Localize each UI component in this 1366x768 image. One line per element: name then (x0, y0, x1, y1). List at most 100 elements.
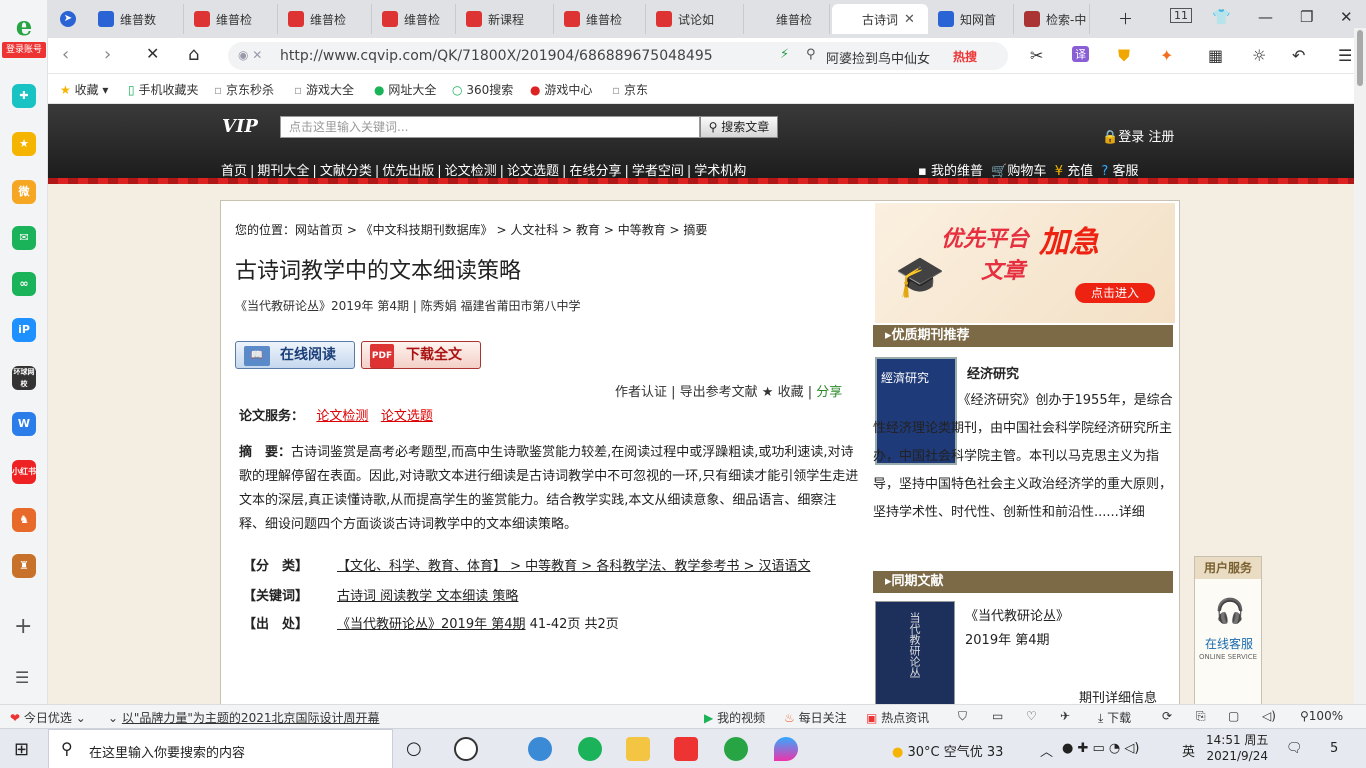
notification-count[interactable]: 5 (1330, 741, 1338, 756)
daily-follow[interactable]: ♨ 每日关注 (784, 709, 847, 726)
nav-check[interactable]: 论文检测 (442, 164, 500, 179)
clock[interactable]: 14:51 周五 2021/9/24 (1206, 732, 1268, 764)
read-online-button[interactable]: 📖 在线阅读 (235, 341, 355, 369)
browser-taskbar-icon[interactable] (724, 737, 748, 761)
tab-4[interactable]: 维普检 (374, 4, 456, 34)
nav-categories[interactable]: 文献分类 (317, 164, 375, 179)
shield-status-icon[interactable]: ⛉ (958, 709, 967, 724)
taskbar-search[interactable]: ⚲ 在这里输入你要搜索的内容 (48, 729, 393, 768)
tray-chevron-icon[interactable]: ︿ (1040, 741, 1053, 760)
nav-priority[interactable]: 优先出版 (379, 164, 437, 179)
tab-11[interactable]: 检索-中 (1016, 4, 1090, 34)
main-menu-icon[interactable]: ☰ (1338, 46, 1352, 65)
file-explorer-icon[interactable] (626, 737, 650, 761)
share-link[interactable]: 分享 (816, 385, 842, 400)
user-service-widget[interactable]: 用户服务 🎧 在线客服 ONLINE SERVICE (1194, 556, 1262, 704)
login-register-link[interactable]: 🔒登录 注册 (1102, 126, 1174, 145)
source-link[interactable]: 《当代教研论丛》2019年 第4期 (337, 617, 526, 632)
security-icon[interactable]: ◉ ✕ (238, 48, 262, 62)
tab-close-icon[interactable]: ✕ (904, 12, 915, 27)
nav-journals[interactable]: 期刊大全 (254, 164, 312, 179)
favorites-star-icon[interactable]: ★ (12, 132, 36, 156)
tab-10[interactable]: 知网首 (930, 4, 1014, 34)
hot-news[interactable]: ▣ 热点资讯 (866, 709, 929, 726)
ime-indicator[interactable]: 英 (1182, 741, 1195, 760)
bookmark-url-directory[interactable]: ● 网址大全 (374, 81, 436, 98)
bookmark-games[interactable]: ▫ 游戏大全 (294, 81, 354, 98)
search-text[interactable]: 阿婆捡到鸟中仙女 (826, 48, 930, 67)
tab-6[interactable]: 维普检 (556, 4, 646, 34)
my-videos[interactable]: ▶ 我的视频 (704, 709, 765, 726)
page-scrollbar[interactable] (1354, 28, 1366, 704)
priority-publish-ad[interactable]: 🎓 优先平台 文章 加急 点击进入 (875, 203, 1175, 323)
weibo-icon[interactable]: 微 (12, 180, 36, 204)
scroll-thumb[interactable] (1357, 30, 1363, 86)
game-icon[interactable]: ♞ (12, 508, 36, 532)
bookmark-jd[interactable]: ▫ 京东 (612, 81, 648, 98)
vip-search-button[interactable]: ⚲ 搜索文章 (700, 116, 778, 138)
lightning-icon[interactable]: ⚡ (780, 47, 789, 62)
tab-counter[interactable]: 11 (1170, 8, 1192, 23)
refresh-icon[interactable]: ⟳ (1162, 709, 1172, 723)
download-button[interactable]: PDF 下载全文 (361, 341, 481, 369)
window-icon[interactable]: ▢ (1228, 709, 1239, 723)
tab-2[interactable]: 维普检 (186, 4, 278, 34)
mail-icon[interactable]: ✉ (12, 226, 36, 250)
volume-icon[interactable]: ◁) (1262, 709, 1276, 723)
scissors-icon[interactable]: ✂ (1030, 46, 1043, 65)
huanqiu-icon[interactable]: 环球网校 (12, 366, 36, 390)
drop-app-icon[interactable] (774, 737, 798, 761)
bookmark-360-search[interactable]: ○ 360搜索 (452, 81, 513, 98)
download-status[interactable]: ⤓ 下载 (1098, 709, 1131, 726)
nav-home[interactable]: 首页 (218, 164, 250, 179)
tab-nav-icon[interactable]: ➤ (52, 4, 86, 34)
xiaohongshu-icon[interactable]: 小红书 (12, 460, 36, 484)
nav-institutions[interactable]: 学术机构 (691, 164, 749, 179)
tab-8[interactable]: 维普检 (746, 4, 830, 34)
brightness-icon[interactable]: ☼ (1252, 46, 1266, 65)
health-icon[interactable]: ♡ (1026, 709, 1037, 723)
cart-link[interactable]: 🛒购物车 (991, 164, 1046, 179)
nav-topics[interactable]: 论文选题 (504, 164, 562, 179)
new-tab-icon[interactable]: ＋ (1118, 8, 1133, 29)
browser-logo-icon[interactable]: e (8, 12, 40, 42)
link-icon[interactable]: ∞ (12, 272, 36, 296)
classification-link[interactable]: 【文化、科学、教育、体育】 > 中等教育 > 各科教学法、教学参考书 > 汉语语… (337, 559, 810, 574)
shield-icon[interactable]: ⛊ (1118, 46, 1130, 66)
translate-icon[interactable]: 译 (1072, 46, 1089, 62)
task-view-icon[interactable]: ○ (406, 738, 422, 759)
game-toolbar-icon[interactable]: ✦ (1160, 46, 1173, 65)
url-bar[interactable]: ◉ ✕ http://www.cqvip.com/QK/71800X/20190… (228, 42, 826, 70)
image-icon[interactable]: ▭ (992, 709, 1003, 723)
fan-app-icon[interactable] (454, 737, 478, 761)
speed-icon[interactable]: ✈ (1060, 709, 1070, 723)
skin-icon[interactable]: 👕 (1212, 8, 1231, 26)
add-icon[interactable]: + (14, 614, 32, 639)
today-picks[interactable]: ❤ 今日优选 ⌄ (10, 709, 86, 726)
home-icon[interactable]: ⌂ (188, 44, 199, 65)
breadcrumb[interactable]: 您的位置：网站首页 > 《中文科技期刊数据库》 > 人文社科 > 教育 > 中等… (235, 221, 707, 238)
login-account-button[interactable]: 登录账号 (2, 42, 46, 58)
tab-5[interactable]: 新课程 (458, 4, 554, 34)
journal-details-link[interactable]: 期刊详细信息 (1079, 687, 1157, 704)
undo-icon[interactable]: ↶ (1292, 46, 1305, 65)
paper-topic-link[interactable]: 论文选题 (381, 409, 433, 424)
vip-logo[interactable]: VIP (222, 116, 258, 137)
bookmark-favorites[interactable]: ★ 收藏 ▾ (60, 81, 108, 98)
ip-icon[interactable]: iP (12, 318, 36, 342)
close-window-icon[interactable]: ✕ (1340, 8, 1353, 26)
stop-icon[interactable]: ✕ (146, 44, 159, 63)
tab-9[interactable]: 古诗词 ✕ (832, 4, 928, 34)
keywords-links[interactable]: 古诗词 阅读教学 文本细读 策略 (337, 589, 518, 604)
article-actions[interactable]: 作者认证 | 导出参考文献 ★ 收藏 | 分享 (615, 381, 842, 400)
weather-widget[interactable]: ● 30°C 空气优 33 (892, 741, 1003, 760)
grid-icon[interactable]: ▦ (1208, 46, 1223, 65)
tab-3[interactable]: 维普检 (280, 4, 372, 34)
forward-icon[interactable]: › (104, 44, 111, 65)
same-issue-cover[interactable]: 当代教研论丛 (875, 601, 955, 704)
notification-icon[interactable]: 🗨 (1286, 741, 1303, 756)
zoom-level[interactable]: ⚲100% (1300, 709, 1343, 723)
maximize-icon[interactable]: ❐ (1300, 8, 1313, 26)
news-ticker[interactable]: ⌄ 以"品牌力量"为主题的2021北京国际设计周开幕 (108, 709, 379, 726)
game2-icon[interactable]: ♜ (12, 554, 36, 578)
